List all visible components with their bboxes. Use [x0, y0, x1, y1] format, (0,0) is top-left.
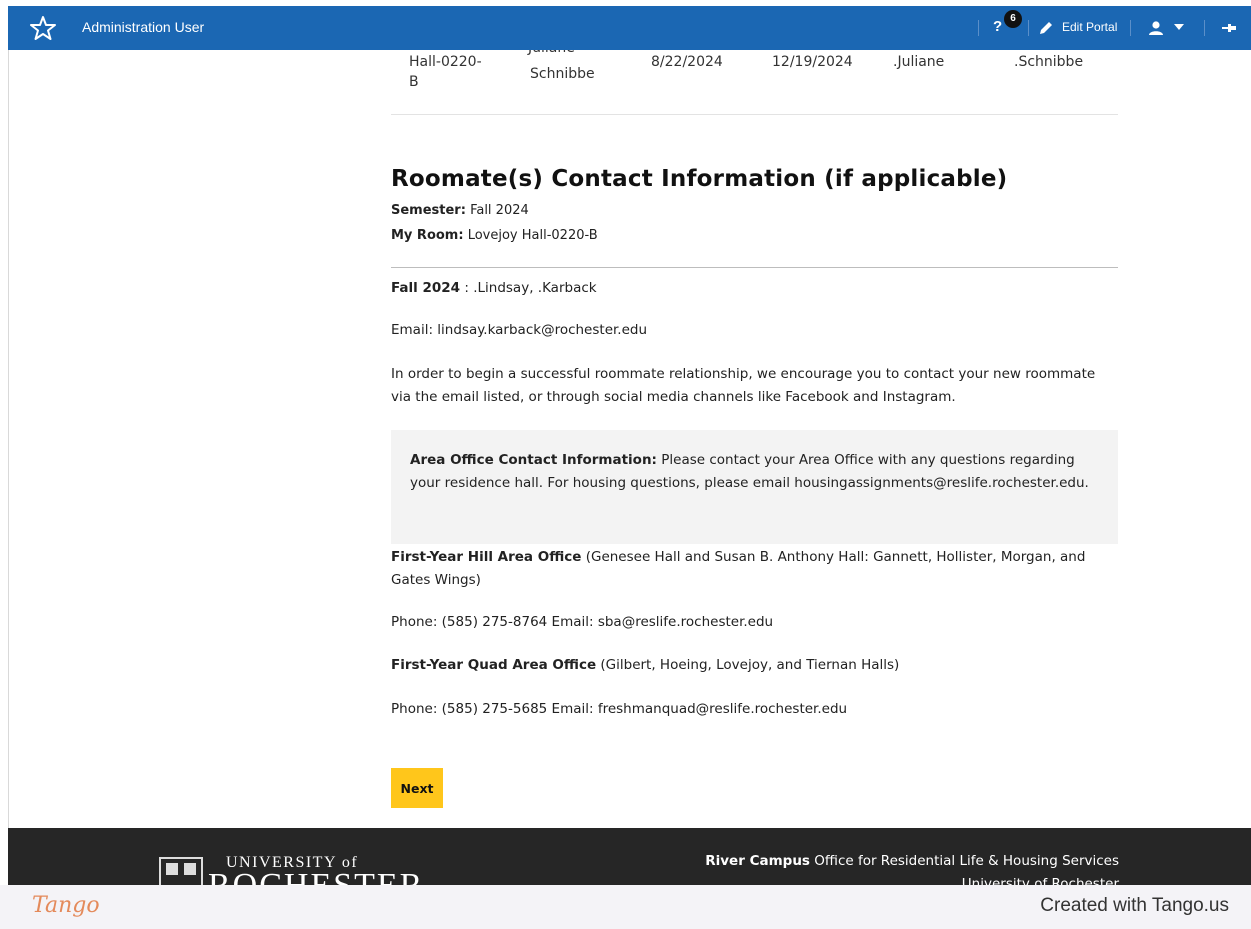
top-bar: Administration User ? 6 Edit Portal	[8, 6, 1251, 50]
table-cell-lastname: Schnibbe	[530, 66, 595, 82]
roommate-names: : .Lindsay, .Karback	[460, 280, 597, 296]
pencil-icon	[1040, 22, 1052, 34]
table-cell-first: .Juliane	[893, 54, 945, 70]
semester-line: Semester: Fall 2024	[391, 203, 529, 218]
university-logo: UNIVERSITY of ROCHESTER	[159, 854, 424, 885]
table-cell-cutoff: Juliane	[528, 50, 575, 58]
roommate-term: Fall 2024	[391, 280, 461, 296]
room-line: My Room: Lovejoy Hall-0220-B	[391, 228, 598, 243]
footer: UNIVERSITY of ROCHESTER River Campus Off…	[8, 828, 1251, 885]
hill-office-name: First-Year Hill Area Office	[391, 549, 582, 565]
table-cell-end-date: 12/19/2024	[772, 54, 853, 70]
roommate-email: Email: lindsay.karback@rochester.edu	[391, 322, 648, 338]
hill-office: First-Year Hill Area Office (Genesee Hal…	[391, 546, 1118, 592]
edit-portal-label: Edit Portal	[1062, 20, 1118, 34]
help-button[interactable]: ?	[993, 18, 1002, 35]
pin-icon[interactable]	[1221, 20, 1237, 36]
hill-office-contact: Phone: (585) 275-8764 Email: sba@reslife…	[391, 614, 774, 630]
footer-campus: River Campus	[705, 853, 810, 869]
table-cell-last: .Schnibbe	[1014, 54, 1084, 70]
tango-credit: Created with Tango.us	[1040, 895, 1229, 916]
quad-office: First-Year Quad Area Office (Gilbert, Ho…	[391, 654, 899, 677]
section-title: Roomate(s) Contact Information (if appli…	[391, 166, 1008, 192]
separator	[978, 20, 979, 36]
encouragement-text: In order to begin a successful roommate …	[391, 366, 1096, 405]
tango-bar: Tango Created with Tango.us	[0, 885, 1251, 929]
chevron-down-icon[interactable]	[1174, 23, 1184, 31]
footer-contact: River Campus Office for Residential Life…	[705, 850, 1119, 885]
area-office-text: Area Office Contact Information: Please …	[410, 449, 1090, 495]
star-icon[interactable]	[30, 15, 56, 41]
area-office-infobox: Area Office Contact Information: Please …	[391, 430, 1118, 544]
area-office-heading: Area Office Contact Information:	[410, 452, 657, 468]
footer-office: Office for Residential Life & Housing Se…	[809, 853, 1119, 869]
help-count-badge: 6	[1004, 10, 1022, 28]
user-title: Administration User	[82, 19, 205, 35]
semester-label: Semester:	[391, 203, 466, 218]
divider	[391, 267, 1118, 268]
quad-office-name: First-Year Quad Area Office	[391, 657, 597, 673]
quad-office-desc: (Gilbert, Hoeing, Lovejoy, and Tiernan H…	[596, 657, 900, 673]
room-label: My Room:	[391, 228, 464, 243]
content-border	[8, 50, 9, 840]
separator	[1204, 20, 1205, 36]
table-row: Juliane Hall-0220- B Schnibbe 8/22/2024 …	[391, 50, 1118, 115]
table-cell-start-date: 8/22/2024	[651, 54, 723, 70]
quad-office-contact: Phone: (585) 275-5685 Email: freshmanqua…	[391, 701, 848, 717]
logo-bottom-text: ROCHESTER	[208, 867, 424, 885]
user-icon[interactable]	[1148, 20, 1164, 36]
room-value: Lovejoy Hall-0220-B	[467, 228, 598, 243]
roommate-entry: Fall 2024 : .Lindsay, .Karback	[391, 277, 597, 300]
next-button[interactable]: Next	[391, 768, 443, 808]
separator	[1130, 20, 1131, 36]
tango-logo: Tango	[32, 893, 100, 918]
table-cell-room: Hall-0220- B	[409, 54, 482, 90]
footer-office-line: River Campus Office for Residential Life…	[705, 850, 1119, 873]
separator	[1028, 20, 1029, 36]
semester-value: Fall 2024	[470, 203, 529, 218]
page-frame: Administration User ? 6 Edit Portal J	[0, 0, 1251, 929]
footer-university: University of Rochester	[961, 876, 1119, 885]
